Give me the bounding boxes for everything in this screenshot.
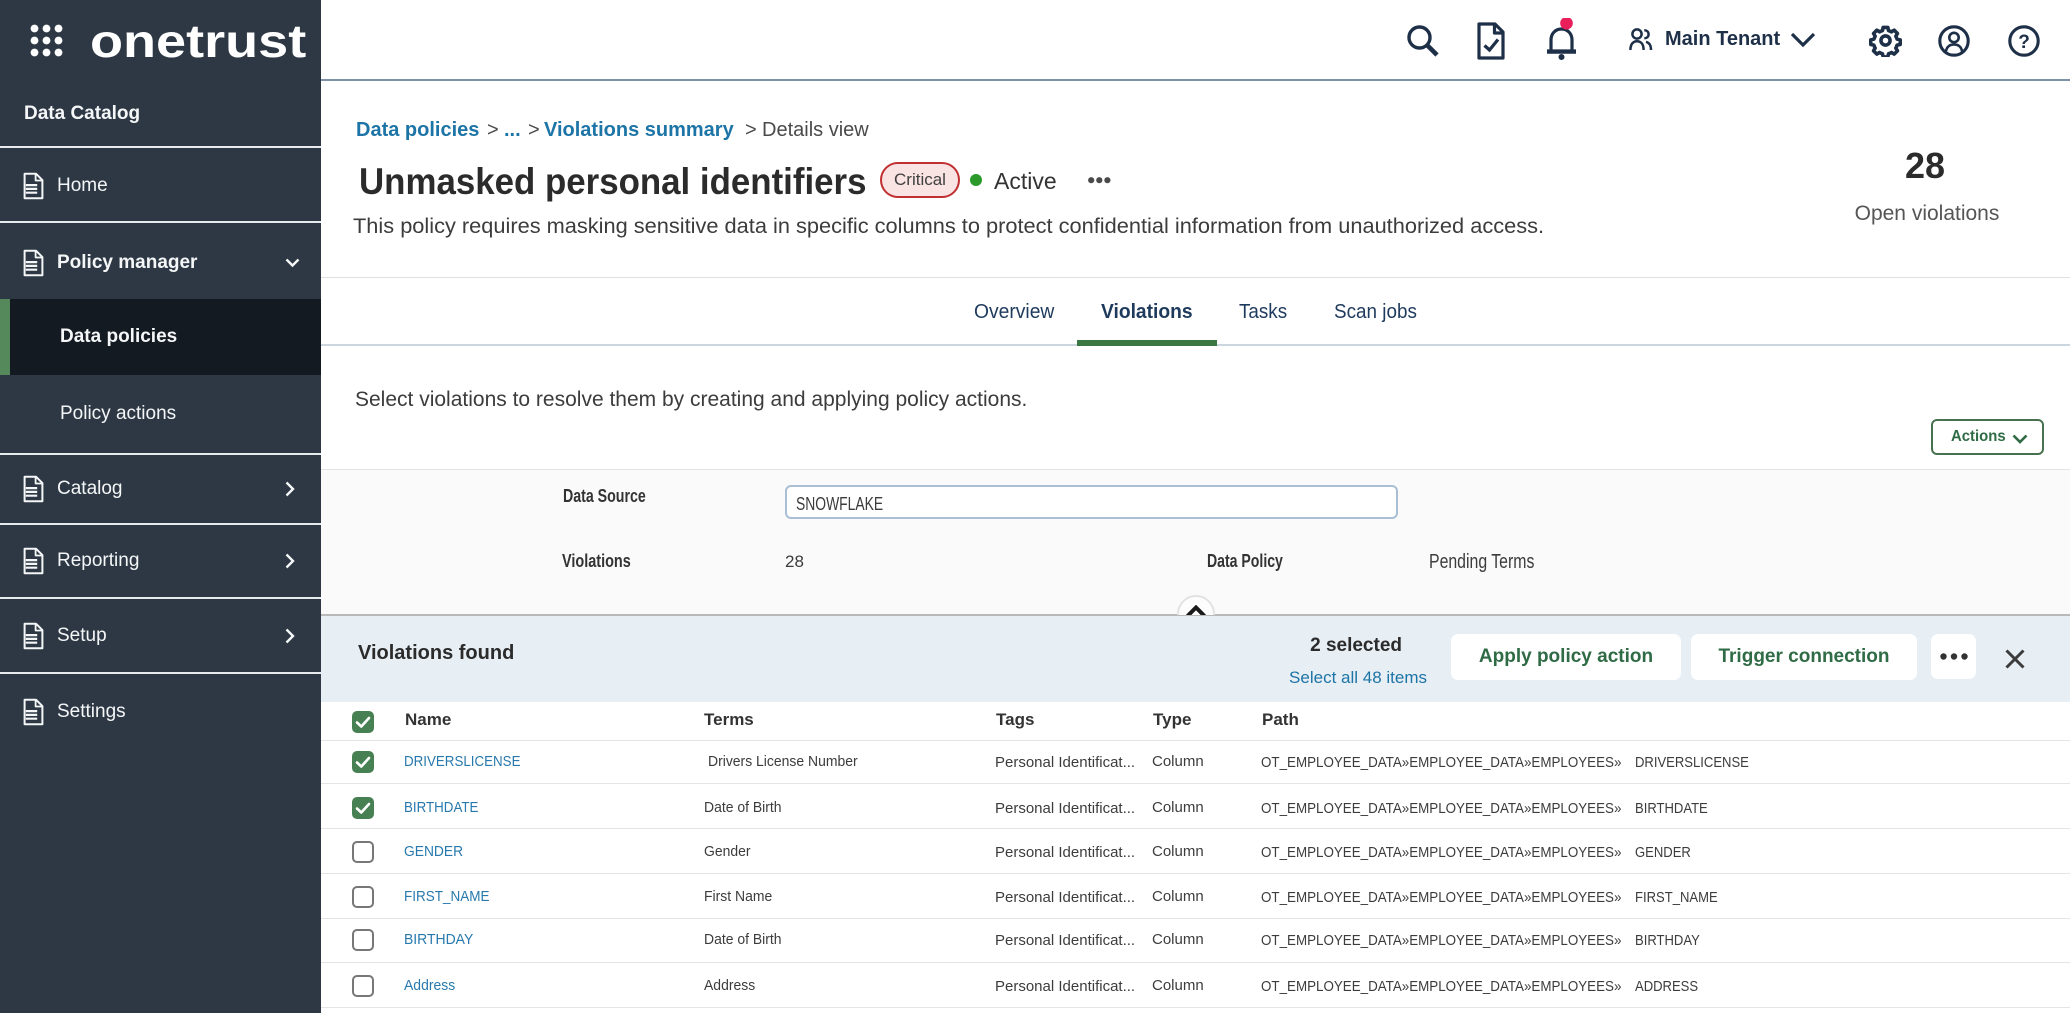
svg-text:?: ? [2018, 32, 2030, 53]
